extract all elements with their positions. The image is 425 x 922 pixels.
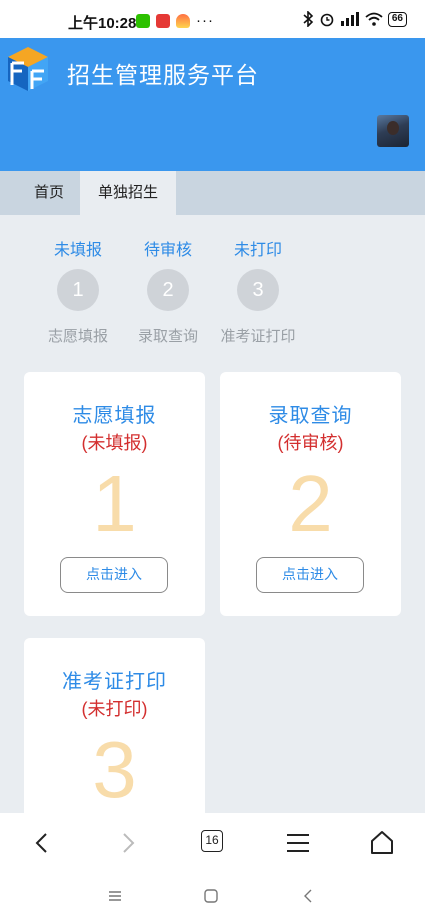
card-number: 1 (92, 459, 137, 548)
more-notifications-icon: ··· (196, 12, 214, 29)
tabs-icon[interactable]: 16 (201, 830, 223, 852)
app-header: 招生管理服务平台 (0, 38, 425, 171)
user-avatar[interactable] (377, 115, 409, 147)
step-number-circle: 2 (147, 269, 189, 311)
step-label: 志愿填报 (47, 328, 108, 345)
menu-icon[interactable] (282, 827, 314, 859)
step-number-circle: 3 (237, 269, 279, 311)
tab-single-enrollment[interactable]: 单独招生 (80, 171, 176, 215)
battery-icon: 66 (387, 11, 407, 27)
signal-icon (340, 12, 359, 26)
enter-button[interactable]: 点击进入 (60, 557, 168, 593)
bluetooth-icon (303, 11, 314, 27)
status-bar: 上午10:28 ··· 66 (0, 0, 425, 38)
step-label: 准考证打印 (220, 328, 296, 345)
card-status: (待审核) (277, 433, 344, 453)
tab-home[interactable]: 首页 (22, 171, 76, 215)
app-icon (176, 13, 190, 28)
card-status: (未打印) (81, 699, 148, 719)
alarm-icon (320, 13, 334, 27)
system-home-icon[interactable] (203, 888, 219, 904)
step-status: 未填报 (53, 242, 102, 259)
notification-icon (156, 13, 170, 28)
step-label: 录取查询 (137, 328, 198, 345)
logo-icon (8, 47, 48, 91)
wifi-icon (365, 12, 383, 26)
app-title: 招生管理服务平台 (67, 62, 259, 88)
system-indicators: 66 (302, 11, 407, 27)
progress-steps: 未填报 1 志愿填报 待审核 2 录取查询 未打印 3 准考证打印 (0, 215, 425, 355)
step-status: 待审核 (143, 242, 192, 259)
browser-toolbar: 16 (0, 813, 425, 874)
card-number: 3 (92, 725, 137, 814)
status-time: 上午10:28 (68, 15, 137, 32)
back-icon[interactable] (26, 827, 58, 859)
forward-icon[interactable] (112, 827, 144, 859)
card-title: 志愿填报 (72, 405, 157, 427)
card-title: 录取查询 (268, 405, 353, 427)
notification-icons: ··· (136, 12, 214, 29)
system-back-icon[interactable] (300, 888, 316, 904)
home-icon[interactable] (366, 827, 398, 859)
step-status: 未打印 (233, 242, 282, 259)
tab-bar: 首页 单独招生 (0, 171, 425, 215)
card-admission-query: 录取查询 (待审核) 2 点击进入 (220, 372, 401, 616)
enter-button[interactable]: 点击进入 (256, 557, 364, 593)
card-status: (未填报) (81, 433, 148, 453)
card-number: 2 (288, 459, 333, 548)
step-number-circle: 1 (57, 269, 99, 311)
recent-apps-icon[interactable] (107, 888, 123, 904)
card-application: 志愿填报 (未填报) 1 点击进入 (24, 372, 205, 616)
card-title: 准考证打印 (62, 671, 167, 693)
wechat-icon (136, 13, 150, 28)
system-navigation (0, 874, 425, 922)
card-admission-ticket: 准考证打印 (未打印) 3 (24, 638, 205, 838)
